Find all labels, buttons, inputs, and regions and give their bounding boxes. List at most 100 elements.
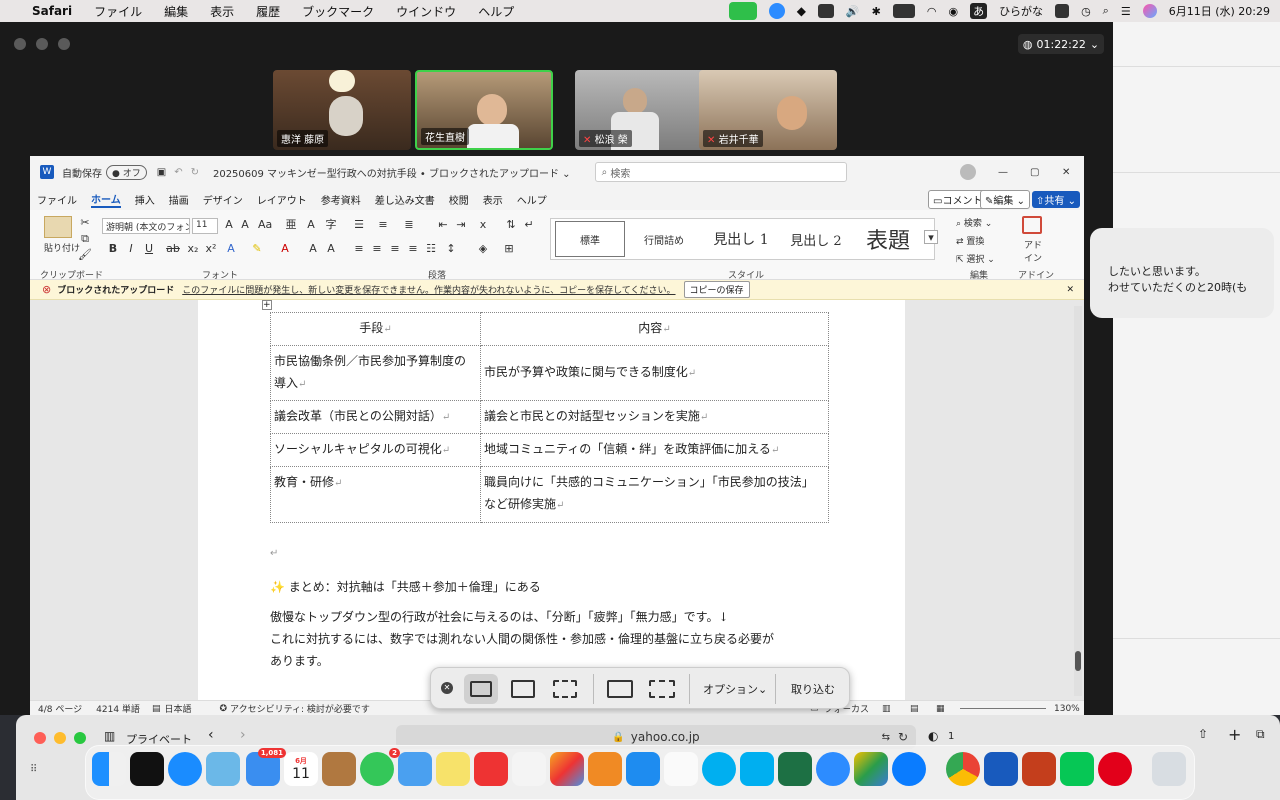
paste-button[interactable]: 貼り付け bbox=[44, 241, 80, 254]
trash-icon[interactable] bbox=[1152, 752, 1186, 786]
subscript-icon[interactable]: x₂ bbox=[186, 242, 200, 256]
clipboard-icon[interactable] bbox=[44, 216, 72, 238]
sort-icon[interactable]: ⇅ bbox=[504, 218, 518, 232]
capture-selection-icon[interactable] bbox=[553, 680, 577, 698]
format-painter-icon[interactable]: 🖌 bbox=[78, 248, 92, 262]
zoom-zoom-button[interactable] bbox=[57, 38, 70, 50]
copy-icon[interactable]: ⧉ bbox=[78, 232, 92, 246]
char-border-icon[interactable]: A bbox=[324, 242, 338, 256]
input-method-badge[interactable]: あ bbox=[970, 3, 988, 19]
zoom-slider[interactable] bbox=[960, 708, 1046, 709]
participant-video[interactable]: 惠洋 藤原 bbox=[273, 70, 411, 150]
align-left-icon[interactable]: ≡ bbox=[352, 242, 366, 256]
clear-format-icon[interactable]: A bbox=[304, 218, 318, 232]
redo-icon[interactable]: ↻ bbox=[191, 167, 199, 178]
tab-home[interactable]: ホーム bbox=[91, 191, 121, 208]
control-center-icon[interactable]: ☰ bbox=[1121, 5, 1131, 18]
account-icon[interactable] bbox=[960, 164, 976, 180]
search-box[interactable]: ⌕ 検索 bbox=[594, 162, 847, 182]
decrease-indent-icon[interactable]: ⇤ bbox=[436, 218, 450, 232]
zoom-minimize-button[interactable] bbox=[35, 38, 48, 50]
clipper-icon[interactable] bbox=[474, 752, 508, 786]
close-icon[interactable]: ✕ bbox=[1062, 167, 1070, 178]
increase-indent-icon[interactable]: ⇥ bbox=[454, 218, 468, 232]
autosave-toggle[interactable]: ● オフ bbox=[106, 164, 147, 180]
participant-video[interactable]: ✕ 松浪 榮 bbox=[575, 70, 713, 150]
font-name-select[interactable]: 游明朝 (本文のフォント bbox=[102, 218, 190, 234]
line-app-icon[interactable] bbox=[1060, 752, 1094, 786]
new-tab-icon[interactable]: + bbox=[1228, 725, 1241, 744]
wifi-icon[interactable]: ◠ bbox=[927, 5, 937, 18]
grow-font-icon[interactable]: A bbox=[222, 218, 236, 232]
align-center-icon[interactable]: ≡ bbox=[370, 242, 384, 256]
distribute-icon[interactable]: ☷ bbox=[424, 242, 438, 256]
table-header-cell[interactable]: 手段↵ bbox=[270, 312, 481, 346]
app-grid-icon[interactable] bbox=[512, 752, 546, 786]
body-paragraph[interactable]: 傲慢なトップダウン型の行政が社会に与えるのは、「分断」「疲弊」「無力感」です。↓ bbox=[270, 606, 729, 628]
comment-button[interactable]: ▭コメント bbox=[928, 189, 988, 209]
menu-app-name[interactable]: Safari bbox=[32, 4, 72, 18]
document-page[interactable]: + 手段↵ 内容↵ 市民協働条例／市民参加予算制度の導入↵ 市民が予算や政策に関… bbox=[198, 300, 905, 700]
accessibility-icon[interactable]: ✪ bbox=[219, 704, 227, 714]
safari-close-button[interactable] bbox=[34, 732, 46, 744]
forward-icon[interactable]: › bbox=[240, 727, 246, 743]
safari-minimize-button[interactable] bbox=[53, 732, 66, 744]
body-paragraph[interactable]: これに対抗するには、数字では測れない人間の関係性・参加感・倫理的基盤に立ち戻る必… bbox=[270, 628, 774, 650]
styles-more-icon[interactable]: ▾ bbox=[924, 230, 938, 244]
bullets-icon[interactable]: ☰ bbox=[352, 218, 366, 232]
italic-icon[interactable]: I bbox=[124, 242, 138, 256]
accessibility-status[interactable]: アクセシビリティ: 検討が必要です bbox=[230, 702, 370, 715]
tab-references[interactable]: 参考資料 bbox=[321, 192, 361, 207]
save-icon[interactable]: ▣ bbox=[157, 167, 166, 178]
tab-view[interactable]: 表示 bbox=[483, 192, 503, 207]
contacts-icon[interactable] bbox=[322, 752, 356, 786]
music-app-icon[interactable] bbox=[1098, 752, 1132, 786]
underline-icon[interactable]: U bbox=[142, 242, 156, 256]
minimize-icon[interactable]: — bbox=[998, 167, 1008, 178]
table-move-handle-icon[interactable]: + bbox=[262, 300, 272, 310]
phonetic-guide-icon[interactable]: 亜 bbox=[284, 218, 298, 232]
launchpad-icon[interactable] bbox=[130, 752, 164, 786]
measures-table[interactable]: 手段↵ 内容↵ 市民協働条例／市民参加予算制度の導入↵ 市民が予算や政策に関与で… bbox=[270, 312, 829, 523]
font-color-icon[interactable]: A bbox=[278, 242, 292, 256]
tab-review[interactable]: 校閲 bbox=[449, 192, 469, 207]
print-layout-icon[interactable]: ▤ bbox=[910, 704, 919, 714]
calendar-icon[interactable]: 6月 11 bbox=[284, 752, 318, 786]
shading-icon[interactable]: ◈ bbox=[476, 242, 490, 256]
cut-icon[interactable]: ✂ bbox=[78, 216, 92, 230]
capture-window-icon[interactable] bbox=[511, 680, 535, 698]
skype-icon[interactable] bbox=[702, 752, 736, 786]
zoom-icon[interactable] bbox=[816, 752, 850, 786]
style-heading-2[interactable]: 見出し 2 bbox=[781, 219, 851, 259]
find-button[interactable]: ⌕ 検索 ⌄ bbox=[956, 216, 992, 229]
capture-screen-icon[interactable] bbox=[464, 674, 498, 704]
menu-view[interactable]: 表示 bbox=[210, 3, 234, 20]
participant-video[interactable]: ✕ 岩井千華 bbox=[699, 70, 837, 150]
word-icon[interactable] bbox=[984, 752, 1018, 786]
bluetooth-icon[interactable]: ✱ bbox=[872, 5, 881, 18]
table-cell[interactable]: 職員向けに「共感的コミュニケーション」「市民参加の技法」など研修実施↵ bbox=[480, 466, 829, 523]
dropbox-icon[interactable]: ◆ bbox=[797, 4, 806, 18]
chrome-icon[interactable] bbox=[946, 752, 980, 786]
capture-button[interactable]: 取り込む bbox=[791, 681, 835, 697]
tab-overview-icon[interactable]: ⧉ bbox=[1256, 727, 1265, 742]
meeting-timer[interactable]: ◍ 01:22:22 ⌄ bbox=[1018, 34, 1104, 54]
scrollbar-thumb[interactable] bbox=[1075, 651, 1081, 671]
tab-layout[interactable]: レイアウト bbox=[257, 192, 307, 207]
line-spacing-icon[interactable]: ↕ bbox=[444, 242, 458, 256]
addin-icon[interactable] bbox=[1022, 216, 1042, 234]
web-layout-icon[interactable]: ▦ bbox=[936, 704, 945, 714]
back-icon[interactable]: ‹ bbox=[208, 727, 214, 743]
language[interactable]: 日本語 bbox=[164, 702, 191, 715]
superscript-icon[interactable]: x² bbox=[204, 242, 218, 256]
share-button[interactable]: ⇧共有 ⌄ bbox=[1032, 190, 1080, 208]
restore-icon[interactable]: ▢ bbox=[1030, 167, 1039, 178]
line-icon[interactable] bbox=[817, 4, 834, 18]
tab-help[interactable]: ヘルプ bbox=[517, 192, 547, 207]
style-no-spacing[interactable]: 行間詰め bbox=[629, 219, 699, 259]
spotlight-icon[interactable]: ⌕ bbox=[1103, 4, 1109, 18]
replace-button[interactable]: ⇄ 置換 bbox=[956, 234, 984, 247]
table-cell[interactable]: 教育・研修↵ bbox=[270, 466, 481, 523]
zoom-level[interactable]: 130% bbox=[1054, 704, 1080, 714]
close-capture-icon[interactable]: ✕ bbox=[441, 682, 453, 694]
